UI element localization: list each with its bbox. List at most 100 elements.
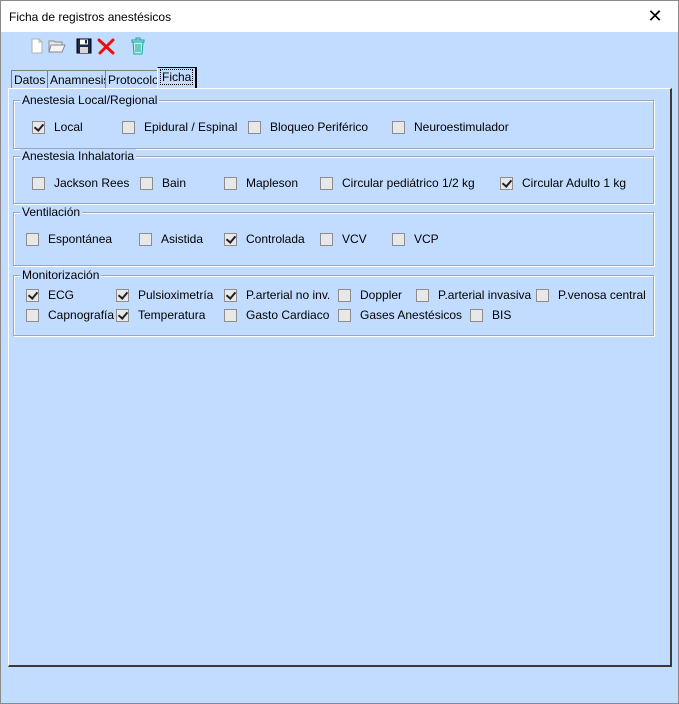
group-ventilacion: Ventilación Espontánea Asistida Controla… [13, 205, 654, 266]
checkbox-epidural-espinal[interactable]: Epidural / Espinal [122, 119, 237, 135]
window-title: Ficha de registros anestésicos [9, 10, 172, 24]
open-folder-icon [48, 40, 66, 53]
tab-datos[interactable]: Datos [11, 70, 49, 89]
checkbox-box [26, 308, 39, 322]
checkbox-bloqueo-periferico[interactable]: Bloqueo Periférico [248, 119, 368, 135]
trash-button[interactable] [128, 36, 148, 56]
tab-ficha[interactable]: Ficha [157, 67, 198, 89]
checkbox-vcp[interactable]: VCP [392, 231, 439, 247]
new-document-icon [31, 38, 43, 54]
checkbox-label: Asistida [161, 232, 204, 246]
checkbox-gasto-cardiaco[interactable]: Gasto Cardiaco [224, 307, 329, 323]
checkbox-label: Temperatura [138, 308, 206, 322]
save-disk-icon [76, 38, 92, 54]
checkbox-label: Bain [162, 176, 187, 190]
checkbox-label: Doppler [360, 288, 403, 302]
ficha-panel: Anestesia Local/Regional Local Epidural … [8, 88, 672, 667]
checkbox-asistida[interactable]: Asistida [139, 231, 203, 247]
checkbox-box [320, 232, 333, 246]
checkbox-box [224, 176, 237, 190]
checkbox-label: Circular Adulto 1 kg [522, 176, 627, 190]
delete-button[interactable] [96, 36, 116, 56]
checkbox-local[interactable]: Local [32, 119, 83, 135]
checkbox-box [392, 232, 405, 246]
group-title: Anestesia Inhalatoria [20, 149, 137, 163]
group-title: Anestesia Local/Regional [20, 93, 160, 107]
checkbox-temperatura[interactable]: Temperatura [116, 307, 205, 323]
checkbox-box [139, 232, 152, 246]
checkbox-gases-anestesicos[interactable]: Gases Anestésicos [338, 307, 462, 323]
group-monitorizacion: Monitorización ECG Pulsioximetría P.arte… [13, 268, 654, 336]
checkbox-box [116, 308, 129, 322]
checkbox-label: Capnografía [48, 308, 115, 322]
checkbox-box [140, 176, 153, 190]
title-bar: Ficha de registros anestésicos ✕ [1, 1, 678, 32]
checkbox-label: P.venosa central [558, 288, 646, 302]
checkbox-label: Gasto Cardiaco [246, 308, 330, 322]
checkbox-ecg[interactable]: ECG [26, 287, 74, 303]
checkbox-mapleson[interactable]: Mapleson [224, 175, 298, 191]
checkbox-circular-pediatrico[interactable]: Circular pediátrico 1/2 kg [320, 175, 475, 191]
close-icon: ✕ [647, 6, 663, 26]
group-anestesia-inhalatoria: Anestesia Inhalatoria Jackson Rees Bain … [13, 149, 654, 204]
tab-anamnesis[interactable]: Anamnesis [47, 70, 113, 89]
checkbox-label: P.arterial invasiva [438, 288, 532, 302]
checkbox-label: Mapleson [246, 176, 299, 190]
checkbox-vcv[interactable]: VCV [320, 231, 367, 247]
checkbox-jackson-rees[interactable]: Jackson Rees [32, 175, 129, 191]
checkbox-label: VCP [414, 232, 439, 246]
close-button[interactable]: ✕ [632, 1, 678, 32]
tab-protocolo[interactable]: Protocolo [105, 70, 162, 89]
checkbox-capnografia[interactable]: Capnografía [26, 307, 114, 323]
new-button[interactable] [27, 36, 47, 56]
checkbox-pulsioximetria[interactable]: Pulsioximetría [116, 287, 213, 303]
dialog-window: Ficha de registros anestésicos ✕ Datos A… [0, 0, 679, 704]
checkbox-box [338, 308, 351, 322]
checkbox-box [470, 308, 483, 322]
checkbox-box [26, 288, 39, 302]
checkbox-box [500, 176, 513, 190]
checkbox-box [392, 120, 405, 134]
checkbox-doppler[interactable]: Doppler [338, 287, 402, 303]
group-title: Ventilación [20, 205, 83, 219]
checkbox-parterial-no-inv[interactable]: P.arterial no inv. [224, 287, 330, 303]
checkbox-label: Circular pediátrico 1/2 kg [342, 176, 475, 190]
checkbox-label: Jackson Rees [54, 176, 130, 190]
save-button[interactable] [74, 36, 94, 56]
checkbox-box [122, 120, 135, 134]
toolbar [1, 32, 678, 62]
checkbox-box [536, 288, 549, 302]
checkbox-label: Bloqueo Periférico [270, 120, 369, 134]
checkbox-pvenosa-central[interactable]: P.venosa central [536, 287, 646, 303]
checkbox-box [116, 288, 129, 302]
checkbox-espontanea[interactable]: Espontánea [26, 231, 112, 247]
checkbox-box [338, 288, 351, 302]
checkbox-parterial-invasiva[interactable]: P.arterial invasiva [416, 287, 531, 303]
checkbox-label: BIS [492, 308, 512, 322]
checkbox-bis[interactable]: BIS [470, 307, 511, 323]
checkbox-label: VCV [342, 232, 367, 246]
checkbox-circular-adulto[interactable]: Circular Adulto 1 kg [500, 175, 626, 191]
checkbox-box [32, 176, 45, 190]
checkbox-box [32, 120, 45, 134]
checkbox-box [248, 120, 261, 134]
delete-x-icon [97, 38, 115, 55]
checkbox-label: Epidural / Espinal [144, 120, 238, 134]
checkbox-controlada[interactable]: Controlada [224, 231, 305, 247]
checkbox-box [320, 176, 333, 190]
checkbox-box [224, 308, 237, 322]
checkbox-label: Gases Anestésicos [360, 308, 463, 322]
checkbox-box [26, 232, 39, 246]
checkbox-neuroestimulador[interactable]: Neuroestimulador [392, 119, 509, 135]
checkbox-label: Espontánea [48, 232, 113, 246]
checkbox-bain[interactable]: Bain [140, 175, 186, 191]
checkbox-box [224, 232, 237, 246]
open-button[interactable] [47, 36, 67, 56]
group-anestesia-local: Anestesia Local/Regional Local Epidural … [13, 93, 654, 149]
checkbox-label: Controlada [246, 232, 305, 246]
group-title: Monitorización [20, 268, 102, 282]
checkbox-label: ECG [48, 288, 75, 302]
checkbox-label: P.arterial no inv. [246, 288, 331, 302]
checkbox-box [416, 288, 429, 302]
checkbox-label: Pulsioximetría [138, 288, 214, 302]
